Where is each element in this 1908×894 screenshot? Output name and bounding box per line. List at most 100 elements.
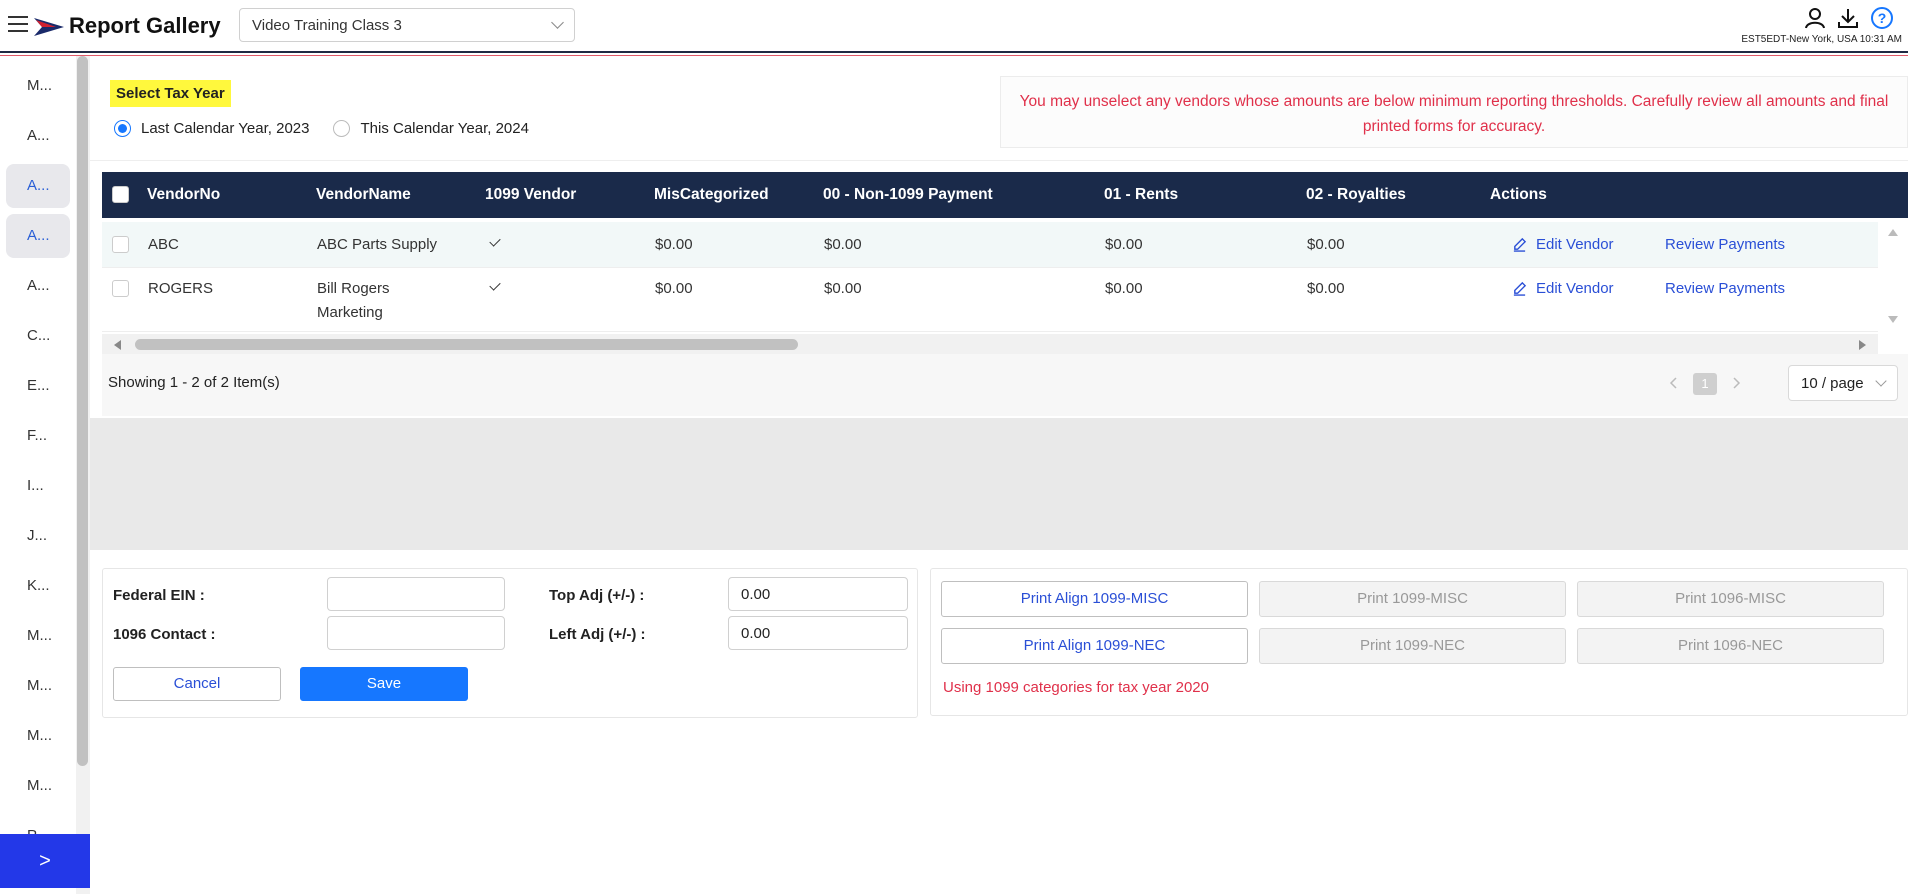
- rents-amount: $0.00: [1105, 236, 1143, 253]
- federal-ein-input[interactable]: [327, 577, 505, 611]
- sidebar-item[interactable]: M...: [6, 614, 70, 658]
- table-row[interactable]: ROGERS Bill Rogers Marketing $0.00 $0.00…: [102, 268, 1878, 332]
- review-payments-link[interactable]: Review Payments: [1665, 236, 1785, 253]
- vendor-name: Bill Rogers: [317, 280, 390, 297]
- print-1099-misc-button[interactable]: Print 1099-MISC: [1259, 581, 1566, 617]
- radio-last-year[interactable]: [114, 120, 131, 137]
- svg-text:?: ?: [1878, 10, 1887, 26]
- column-header[interactable]: VendorNo: [147, 186, 220, 204]
- settings-form: Federal EIN : 1096 Contact : Top Adj (+/…: [102, 568, 918, 718]
- sidebar: M... A... A... A... A... C... E... F... …: [0, 56, 90, 894]
- table-row[interactable]: ABC ABC Parts Supply $0.00 $0.00 $0.00 $…: [102, 222, 1878, 268]
- report-select[interactable]: Video Training Class 3: [239, 8, 575, 42]
- sidebar-item[interactable]: M...: [6, 764, 70, 808]
- cancel-button[interactable]: Cancel: [113, 667, 281, 701]
- report-select-value: Video Training Class 3: [252, 17, 402, 34]
- sidebar-item[interactable]: M...: [6, 664, 70, 708]
- radio-this-year[interactable]: [333, 120, 351, 137]
- print-align-nec-button[interactable]: Print Align 1099-NEC: [941, 628, 1248, 664]
- federal-ein-label: Federal EIN :: [113, 587, 205, 604]
- left-adj-input[interactable]: 0.00: [728, 616, 908, 650]
- sidebar-item[interactable]: K...: [6, 564, 70, 608]
- royalties-amount: $0.00: [1307, 236, 1345, 253]
- main-content: Select Tax Year Last Calendar Year, 2023…: [90, 56, 1908, 894]
- table-footer: Showing 1 - 2 of 2 Item(s) 1 10 / page: [102, 354, 1908, 416]
- horizontal-scrollbar-thumb[interactable]: [135, 339, 798, 350]
- radio-this-year-label[interactable]: This Calendar Year, 2024: [360, 120, 528, 137]
- column-header[interactable]: 1099 Vendor: [485, 186, 576, 204]
- showing-count: Showing 1 - 2 of 2 Item(s): [108, 374, 280, 391]
- sidebar-item[interactable]: M...: [6, 714, 70, 758]
- contact-input[interactable]: [327, 616, 505, 650]
- row-checkbox[interactable]: [112, 236, 129, 253]
- page-size-select[interactable]: 10 / page: [1788, 365, 1898, 401]
- column-header[interactable]: MisCategorized: [654, 186, 769, 204]
- scroll-left-icon[interactable]: [112, 339, 122, 351]
- edit-icon[interactable]: [1512, 237, 1527, 252]
- print-1096-misc-button[interactable]: Print 1096-MISC: [1577, 581, 1884, 617]
- column-header[interactable]: 02 - Royalties: [1306, 186, 1406, 204]
- miscategorized-amount: $0.00: [655, 236, 693, 253]
- sidebar-expand-button[interactable]: >: [0, 834, 90, 888]
- divider: [90, 160, 1908, 161]
- sidebar-item[interactable]: F...: [6, 414, 70, 458]
- next-page-icon[interactable]: [1732, 376, 1742, 390]
- review-payments-link[interactable]: Review Payments: [1665, 280, 1785, 297]
- sidebar-item[interactable]: I...: [6, 464, 70, 508]
- column-header[interactable]: 01 - Rents: [1104, 186, 1178, 204]
- top-adj-label: Top Adj (+/-) :: [549, 587, 645, 604]
- timezone-clock: EST5EDT-New York, USA 10:31 AM: [1741, 34, 1902, 45]
- vendor-details-panel: [90, 418, 1908, 550]
- app-header: Report Gallery Video Training Class 3 ? …: [0, 0, 1908, 56]
- edit-icon[interactable]: [1512, 281, 1527, 296]
- select-all-checkbox[interactable]: [112, 186, 129, 203]
- sidebar-item[interactable]: A...: [6, 164, 70, 208]
- non1099-amount: $0.00: [824, 236, 862, 253]
- sidebar-item[interactable]: A...: [6, 114, 70, 158]
- checkmark-icon: [489, 279, 501, 291]
- edit-vendor-link[interactable]: Edit Vendor: [1536, 280, 1614, 297]
- table-header: VendorNo VendorName 1099 Vendor MisCateg…: [102, 172, 1908, 218]
- table-horizontal-scrollbar[interactable]: [102, 334, 1878, 354]
- radio-last-year-label[interactable]: Last Calendar Year, 2023: [141, 120, 309, 137]
- scroll-right-icon[interactable]: [1858, 339, 1868, 351]
- miscategorized-amount: $0.00: [655, 280, 693, 297]
- print-1099-nec-button[interactable]: Print 1099-NEC: [1259, 628, 1566, 664]
- print-align-misc-button[interactable]: Print Align 1099-MISC: [941, 581, 1248, 617]
- page-number-button[interactable]: 1: [1693, 373, 1717, 395]
- rents-amount: $0.00: [1105, 280, 1143, 297]
- sidebar-item[interactable]: A...: [6, 214, 70, 258]
- row-checkbox[interactable]: [112, 280, 129, 297]
- sidebar-item[interactable]: E...: [6, 364, 70, 408]
- sidebar-item[interactable]: A...: [6, 264, 70, 308]
- print-1096-nec-button[interactable]: Print 1096-NEC: [1577, 628, 1884, 664]
- scroll-up-icon: [1888, 229, 1898, 236]
- chevron-down-icon: [551, 16, 564, 29]
- app-title: Report Gallery: [69, 13, 221, 38]
- sidebar-item[interactable]: M...: [6, 64, 70, 108]
- non1099-amount: $0.00: [824, 280, 862, 297]
- chevron-down-icon: [1875, 375, 1887, 387]
- sidebar-scrollbar-thumb[interactable]: [77, 56, 88, 766]
- top-adj-input[interactable]: 0.00: [728, 577, 908, 611]
- left-adj-label: Left Adj (+/-) :: [549, 626, 646, 643]
- prev-page-icon[interactable]: [1668, 376, 1678, 390]
- table-vertical-scrollbar[interactable]: [1878, 218, 1908, 330]
- categories-note: Using 1099 categories for tax year 2020: [943, 679, 1209, 696]
- contact-label: 1096 Contact :: [113, 626, 216, 643]
- sidebar-item[interactable]: J...: [6, 514, 70, 558]
- column-header[interactable]: VendorName: [316, 186, 411, 204]
- checkmark-icon: [489, 235, 501, 247]
- hamburger-menu-icon[interactable]: [8, 16, 28, 34]
- edit-vendor-link[interactable]: Edit Vendor: [1536, 236, 1614, 253]
- sidebar-item[interactable]: C...: [6, 314, 70, 358]
- save-button[interactable]: Save: [300, 667, 468, 701]
- column-header[interactable]: Actions: [1490, 186, 1547, 204]
- vendor-name-line2: Marketing: [317, 304, 383, 321]
- download-icon[interactable]: [1836, 6, 1860, 30]
- logo-icon: [34, 18, 64, 36]
- help-icon[interactable]: ?: [1870, 6, 1894, 30]
- user-icon[interactable]: [1803, 6, 1827, 30]
- column-header[interactable]: 00 - Non-1099 Payment: [823, 186, 993, 204]
- vendor-name: ABC Parts Supply: [317, 236, 438, 253]
